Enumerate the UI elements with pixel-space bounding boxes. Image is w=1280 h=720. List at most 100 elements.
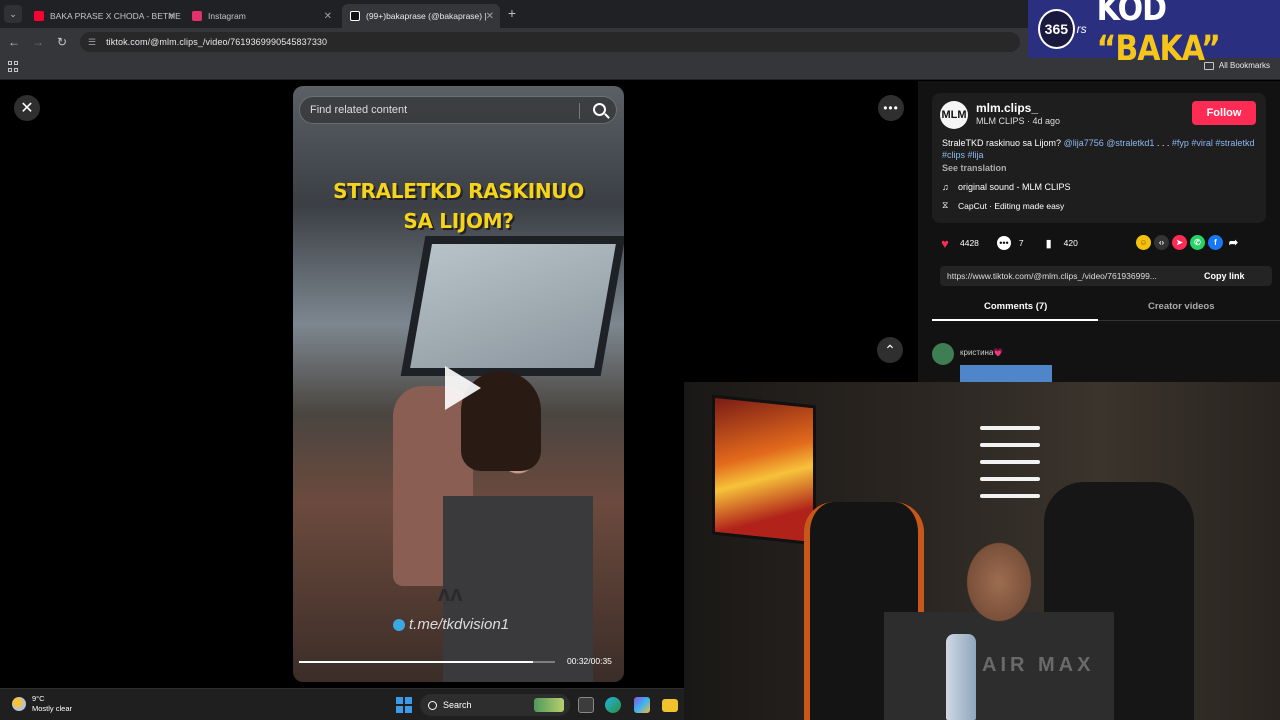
mention-links[interactable]: @lija7756 @straletkd1 (1064, 138, 1155, 148)
weather-condition: Mostly clear (32, 704, 73, 713)
avatar[interactable] (932, 343, 954, 365)
description-dots: . . . (1154, 138, 1172, 148)
tab-creator-videos[interactable]: Creator videos (1148, 301, 1215, 312)
copy-link-row: https://www.tiktok.com/@mlm.clips_/video… (940, 266, 1272, 286)
task-view-icon[interactable] (578, 697, 594, 713)
avatar[interactable]: MLM (940, 101, 968, 129)
like-button[interactable]: ♥ 4428 (938, 235, 979, 251)
tab-title: BAKA PRASE X CHODA - BETME (50, 11, 181, 21)
save-button[interactable]: ▮ 420 (1042, 236, 1078, 250)
tab-instagram[interactable]: Instagram ✕ (184, 4, 338, 28)
tab-tiktok[interactable]: (99+)bakaprase (@bakaprase) | ✕ (342, 4, 500, 28)
embed-icon[interactable]: ‹› (1154, 235, 1169, 250)
close-icon[interactable]: ✕ (14, 95, 40, 121)
video-time: 00:32/00:35 (567, 656, 612, 666)
mlm-watermark-logo-icon: ʌʌ (438, 581, 463, 606)
shirt-print: AIR MAX (982, 654, 1095, 676)
search-icon[interactable] (593, 103, 606, 116)
divider (579, 103, 580, 119)
telegram-watermark: t.me/tkdvision1 (393, 616, 509, 633)
follow-button[interactable]: Follow (1192, 101, 1256, 125)
webcam-tv-screen (712, 394, 816, 546)
capcut-label: CapCut · Editing made easy (958, 200, 1065, 211)
tiktok-favicon-icon (350, 11, 360, 21)
sound-link[interactable]: ♫ original sound - MLM CLIPS (942, 182, 1071, 192)
author-username[interactable]: mlm.clips_ (976, 101, 1038, 115)
sound-label: original sound - MLM CLIPS (958, 182, 1071, 192)
capcut-link[interactable]: ⧖ CapCut · Editing made easy (942, 200, 1064, 211)
taskbar-search-label: Search (443, 700, 472, 710)
capcut-icon: ⧖ (942, 200, 949, 210)
copy-link-button[interactable]: Copy link (1204, 271, 1245, 281)
webcam-overlay: AIR MAX (684, 382, 1280, 720)
caption-line-1: STRALETKD RASKINUO (333, 179, 584, 203)
url-text[interactable]: tiktok.com/@mlm.clips_/video/76193699905… (106, 37, 327, 47)
weather-text: 9°C Mostly clear (32, 694, 72, 714)
comment-item: кристина💗 (932, 343, 1003, 365)
video-link-text[interactable]: https://www.tiktok.com/@mlm.clips_/video… (940, 271, 1190, 281)
share-arrow-icon[interactable]: ➦ (1226, 235, 1241, 250)
copilot-icon[interactable] (634, 697, 650, 713)
save-count: 420 (1063, 238, 1078, 248)
reload-icon[interactable]: ↻ (54, 34, 70, 50)
watermark-text: t.me/tkdvision1 (409, 616, 510, 633)
site-info-icon[interactable]: ☰ (88, 37, 96, 48)
back-arrow-icon[interactable]: ← (6, 34, 22, 50)
windows-start-icon[interactable] (396, 697, 412, 713)
see-translation-link[interactable]: See translation (942, 163, 1007, 173)
taskbar-search[interactable]: Search (420, 694, 570, 716)
promo-code-prefix: KOD (1096, 0, 1167, 29)
promo-code: KOD “BAKA” (1097, 0, 1280, 69)
promo-code-word: “BAKA” (1096, 29, 1221, 70)
tab-youtube[interactable]: BAKA PRASE X CHODA - BETME ✕ (26, 4, 182, 28)
more-options-icon[interactable]: ••• (878, 95, 904, 121)
facebook-icon[interactable]: f (1208, 235, 1223, 250)
search-icon (428, 700, 437, 710)
video-scene-sunroof (400, 236, 624, 376)
webcam-light-bars (980, 426, 1040, 511)
send-icon[interactable]: ➤ (1172, 235, 1187, 250)
webcam-water-bottle (946, 634, 976, 720)
tab-search-dropdown-icon[interactable]: ⌄ (4, 5, 22, 23)
comment-button[interactable]: ••• 7 (996, 236, 1024, 250)
close-tab-icon[interactable]: ✕ (168, 11, 176, 22)
panel-tabs: Comments (7) Creator videos (932, 297, 1280, 321)
share-icons: ☺ ‹› ➤ ✆ f ➦ (1136, 235, 1241, 250)
like-count: 4428 (960, 238, 979, 248)
partly-cloudy-icon (12, 697, 26, 711)
video-progress-fill (299, 661, 533, 663)
video-progress-bar[interactable] (299, 661, 555, 663)
instagram-favicon-icon (192, 11, 202, 21)
bookmark-icon: ▮ (1045, 237, 1052, 250)
comment-icon: ••• (996, 236, 1011, 250)
yellow-emoji-icon[interactable]: ☺ (1136, 235, 1151, 250)
webcam-streamer (884, 532, 1114, 720)
bookmarks-bar: All Bookmarks (0, 56, 1280, 80)
close-tab-icon[interactable]: ✕ (486, 11, 494, 22)
temperature: 9°C (32, 694, 45, 703)
search-highlight-art (534, 698, 564, 712)
music-note-icon: ♫ (942, 182, 949, 192)
new-tab-icon[interactable]: + (504, 4, 520, 22)
weather-widget[interactable]: 9°C Mostly clear (12, 694, 72, 714)
telegram-icon (393, 618, 405, 631)
caption-line-2: SA LIJOM? (403, 209, 514, 233)
play-icon[interactable] (445, 366, 481, 410)
related-search-input[interactable] (310, 104, 580, 116)
description-text: StraleTKD raskinuo sa Lijom? (942, 138, 1064, 148)
address-bar[interactable]: ☰ tiktok.com/@mlm.clips_/video/761936999… (80, 32, 1020, 52)
heart-icon: ♥ (941, 235, 949, 251)
file-explorer-icon[interactable] (662, 699, 678, 712)
commenter-name[interactable]: кристина💗 (960, 348, 1003, 365)
previous-video-icon[interactable]: ⌃ (877, 337, 903, 363)
tab-comments[interactable]: Comments (7) (984, 301, 1047, 312)
video-player[interactable]: STRALETKD RASKINUO SA LIJOM? ʌʌ t.me/tkd… (293, 86, 624, 682)
whatsapp-icon[interactable]: ✆ (1190, 235, 1205, 250)
forward-arrow-icon[interactable]: → (30, 34, 46, 50)
edge-browser-icon[interactable] (605, 697, 621, 713)
apps-grid-icon[interactable] (8, 61, 20, 73)
post-description: StraleTKD raskinuo sa Lijom? @lija7756 @… (942, 137, 1258, 161)
close-tab-icon[interactable]: ✕ (324, 11, 332, 22)
related-search-box[interactable] (299, 96, 617, 124)
author-card: MLM mlm.clips_ MLM CLIPS · 4d ago Follow… (932, 93, 1266, 223)
